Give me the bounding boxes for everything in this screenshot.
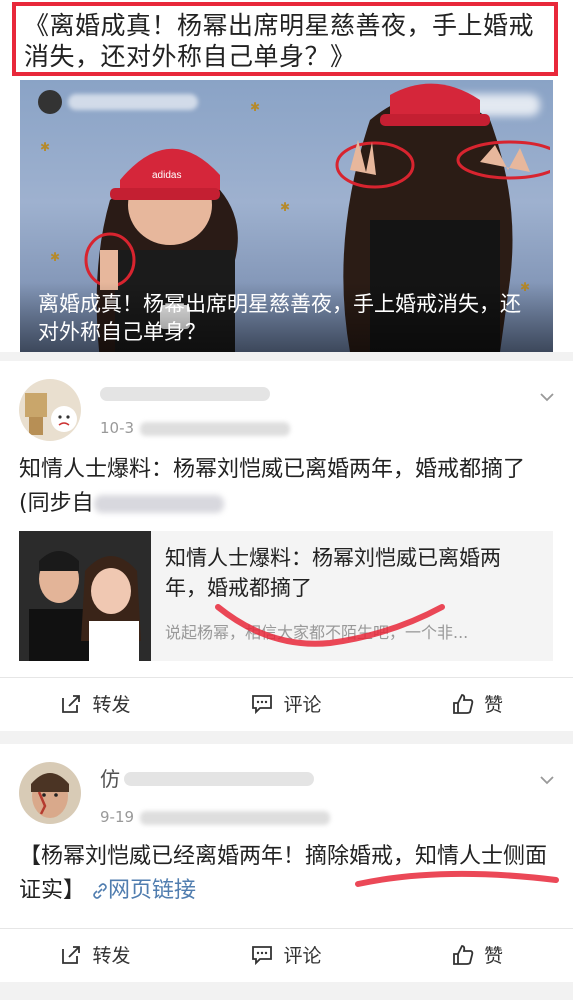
avatar[interactable] [19,379,81,441]
post-date: 10-3 [100,419,135,437]
link-card-summary: 说起杨幂，相信大家都不陌生吧，一个非... [165,623,469,642]
hero-source-watermark [38,90,198,114]
link-thumbnail [19,531,151,661]
svg-text:仿: 仿 [100,768,120,791]
like-icon [453,944,474,965]
like-label: 赞 [483,945,503,967]
article-hero-image[interactable]: ✱ ✱ ✱ ✱ ✱ ✱ ✱ adidas [20,80,553,352]
link-card[interactable]: 知情人士爆料：杨幂刘恺威已离婚两年，婚戒都摘了 说起杨幂，相信大家都不陌生吧，一… [19,531,553,661]
repost-icon [62,694,81,713]
post-date: 9-19 [100,808,135,826]
like-button[interactable]: 赞 [382,678,573,729]
avatar[interactable] [19,762,81,824]
source-name-blurred [68,94,198,110]
post-meta: 9-19 [100,808,331,826]
web-link-label[interactable]: 网页链接 [108,878,196,903]
bee-decoration: ✱ [40,140,51,154]
web-link[interactable]: 网页链接 [92,878,196,903]
source-blurred [140,810,331,825]
headline-highlight-box: 《离婚成真！杨幂出席明星慈善夜，手上婚戒消失，还对外称自己单身？》 [12,2,558,76]
comment-label: 评论 [283,945,322,967]
like-button[interactable]: 赞 [382,929,573,980]
bee-decoration: ✱ [250,100,261,114]
comment-button[interactable]: 评论 [191,929,382,980]
post-actions: 转发 评论 赞 [0,928,573,980]
weibo-post[interactable]: 仿 9-19 【杨幂刘恺威已经离婚两年！摘除婚戒，知情人士侧面证实】 网页链接 … [0,744,573,982]
comment-label: 评论 [283,694,322,716]
post-text: 【杨幂刘恺威已经离婚两年！摘除婚戒，知情人士侧面证实】 网页链接 [19,840,555,908]
hero-caption: 离婚成真！杨幂出席明星慈善夜，手上婚戒消失，还对外称自己单身？ [20,282,553,352]
weibo-post[interactable]: 10-3 知情人士爆料：杨幂刘恺威已离婚两年，婚戒都摘了(同步自 知情人士爆料：… [0,361,573,731]
link-icon [93,883,107,899]
repost-label: 转发 [92,945,131,967]
post-meta: 10-3 [100,419,291,437]
bee-decoration: ✱ [280,200,291,214]
bottom-strip [0,982,573,1000]
username-blurred[interactable]: 仿 [100,766,320,791]
repost-button[interactable]: 转发 [0,929,191,980]
link-card-title: 知情人士爆料：杨幂刘恺威已离婚两年，婚戒都摘了 [165,546,501,600]
repost-label: 转发 [92,694,131,716]
article-card[interactable]: 《离婚成真！杨幂出席明星慈善夜，手上婚戒消失，还对外称自己单身？》 ✱ ✱ ✱ … [0,0,573,352]
blurred-text [93,495,224,513]
source-avatar [38,90,62,114]
article-headline: 《离婚成真！杨幂出席明星慈善夜，手上婚戒消失，还对外称自己单身？》 [24,11,535,71]
comment-button[interactable]: 评论 [191,678,382,729]
repost-icon [62,945,81,964]
chevron-down-icon[interactable] [539,772,555,788]
repost-button[interactable]: 转发 [0,678,191,729]
bee-decoration: ✱ [50,250,61,264]
post-text: 知情人士爆料：杨幂刘恺威已离婚两年，婚戒都摘了(同步自 [19,453,555,521]
post-actions: 转发 评论 赞 [0,677,573,729]
comment-icon [252,945,273,965]
source-blurred [140,421,291,436]
like-icon [453,693,474,714]
svg-text:adidas: adidas [152,170,181,181]
chevron-down-icon[interactable] [539,389,555,405]
comment-icon [252,694,273,714]
like-label: 赞 [483,694,503,716]
username-blurred[interactable] [100,383,280,405]
